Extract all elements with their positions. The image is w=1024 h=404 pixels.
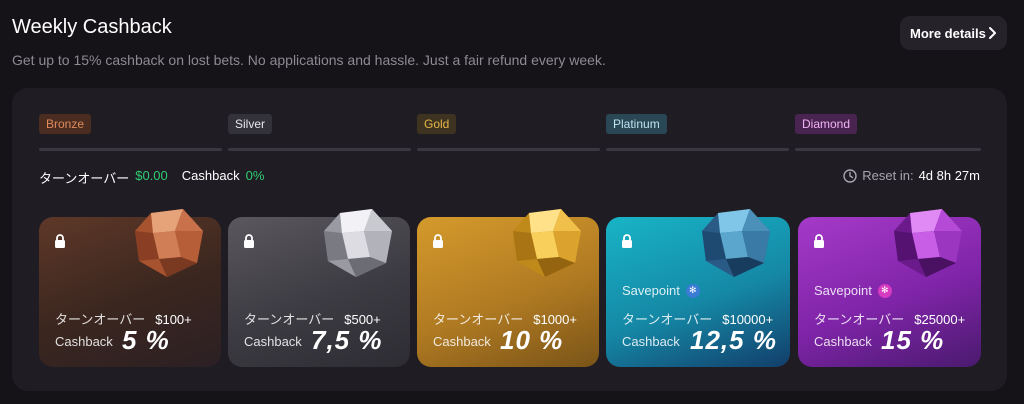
lock-icon — [55, 234, 65, 248]
tier-bronze: Bronze — [39, 114, 222, 154]
silver-gem-icon — [324, 209, 392, 277]
gold-gem-icon — [513, 209, 581, 277]
lock-icon — [244, 234, 254, 248]
cashback-percent: 15 % — [881, 325, 945, 355]
tier-card-gold[interactable]: ターンオーバー $1000+ Cashback 10 % — [417, 209, 599, 367]
savepoint-row: Savepoint ✻ — [814, 283, 892, 298]
savepoint-info-icon[interactable]: ✻ — [877, 283, 892, 298]
cashback-label: Cashback — [814, 334, 872, 349]
tier-platinum: Platinum — [606, 114, 789, 154]
clock-icon — [843, 168, 857, 183]
cashback-percent: 10 % — [500, 325, 564, 355]
cashback-label: Cashback — [622, 334, 680, 349]
tier-card-platinum[interactable]: Savepoint ✻ ターンオーバー $10000+ Cashback 12,5… — [606, 209, 790, 367]
tier-card-silver[interactable]: ターンオーバー $500+ Cashback 7,5 % — [228, 209, 410, 367]
lock-icon — [622, 234, 632, 248]
cashback-value: 0% — [245, 168, 265, 183]
savepoint-label: Savepoint — [814, 283, 872, 298]
lock-icon — [814, 234, 824, 248]
tier-badge-diamond: Diamond — [795, 114, 858, 134]
tier-diamond: Diamond — [795, 114, 981, 154]
tier-silver: Silver — [228, 114, 411, 154]
cashback-label: Cashback — [244, 334, 302, 349]
tier-gold: Gold — [417, 114, 600, 154]
page-subtitle: Get up to 15% cashback on lost bets. No … — [12, 52, 606, 68]
lock-icon — [433, 234, 443, 248]
more-details-label: More details — [910, 25, 986, 41]
turnover-label: ターンオーバー — [39, 171, 130, 186]
tier-card-diamond[interactable]: Savepoint ✻ ターンオーバー $25000+ Cashback 15 % — [798, 209, 981, 367]
savepoint-info-icon[interactable]: ✻ — [685, 283, 700, 298]
cashback-label: Cashback — [55, 334, 113, 349]
tier-bar — [39, 148, 222, 151]
bronze-gem-icon — [135, 209, 203, 277]
tier-bar — [606, 148, 789, 151]
page-title: Weekly Cashback — [12, 16, 172, 38]
tier-bar — [228, 148, 411, 151]
tier-progress: Bronze Silver Gold Platinum Diamond — [39, 114, 981, 154]
tier-badge-bronze: Bronze — [39, 114, 92, 134]
cashback-label: Cashback — [181, 168, 240, 183]
tier-cards: ターンオーバー $100+ Cashback 5 % ターンオーバー $500+ C… — [39, 209, 981, 367]
platinum-gem-icon — [702, 209, 770, 277]
tier-card-bronze[interactable]: ターンオーバー $100+ Cashback 5 % — [39, 209, 221, 367]
chevron-right-icon — [989, 27, 996, 39]
reset-value: 4d 8h 27m — [918, 168, 980, 183]
cashback-percent: 7,5 % — [311, 325, 383, 355]
savepoint-label: Savepoint — [622, 283, 680, 298]
tier-bar — [795, 148, 981, 151]
cashback-panel: Bronze Silver Gold Platinum Diamond ターンオ… — [12, 88, 1007, 391]
tier-badge-gold: Gold — [417, 114, 457, 134]
turnover-value: $0.00 — [135, 168, 168, 183]
cashback-percent: 5 % — [122, 325, 170, 355]
current-stats: ターンオーバー $0.00 Cashback 0% — [39, 168, 272, 187]
tier-badge-platinum: Platinum — [606, 114, 667, 134]
tier-bar — [417, 148, 600, 151]
more-details-button[interactable]: More details — [900, 16, 1007, 50]
savepoint-row: Savepoint ✻ — [622, 283, 700, 298]
reset-label: Reset in: — [862, 168, 914, 183]
reset-timer: Reset in: 4d 8h 27m — [843, 168, 980, 183]
tier-badge-silver: Silver — [228, 114, 273, 134]
cashback-label: Cashback — [433, 334, 491, 349]
diamond-gem-icon — [894, 209, 962, 277]
cashback-percent: 12,5 % — [690, 325, 777, 355]
